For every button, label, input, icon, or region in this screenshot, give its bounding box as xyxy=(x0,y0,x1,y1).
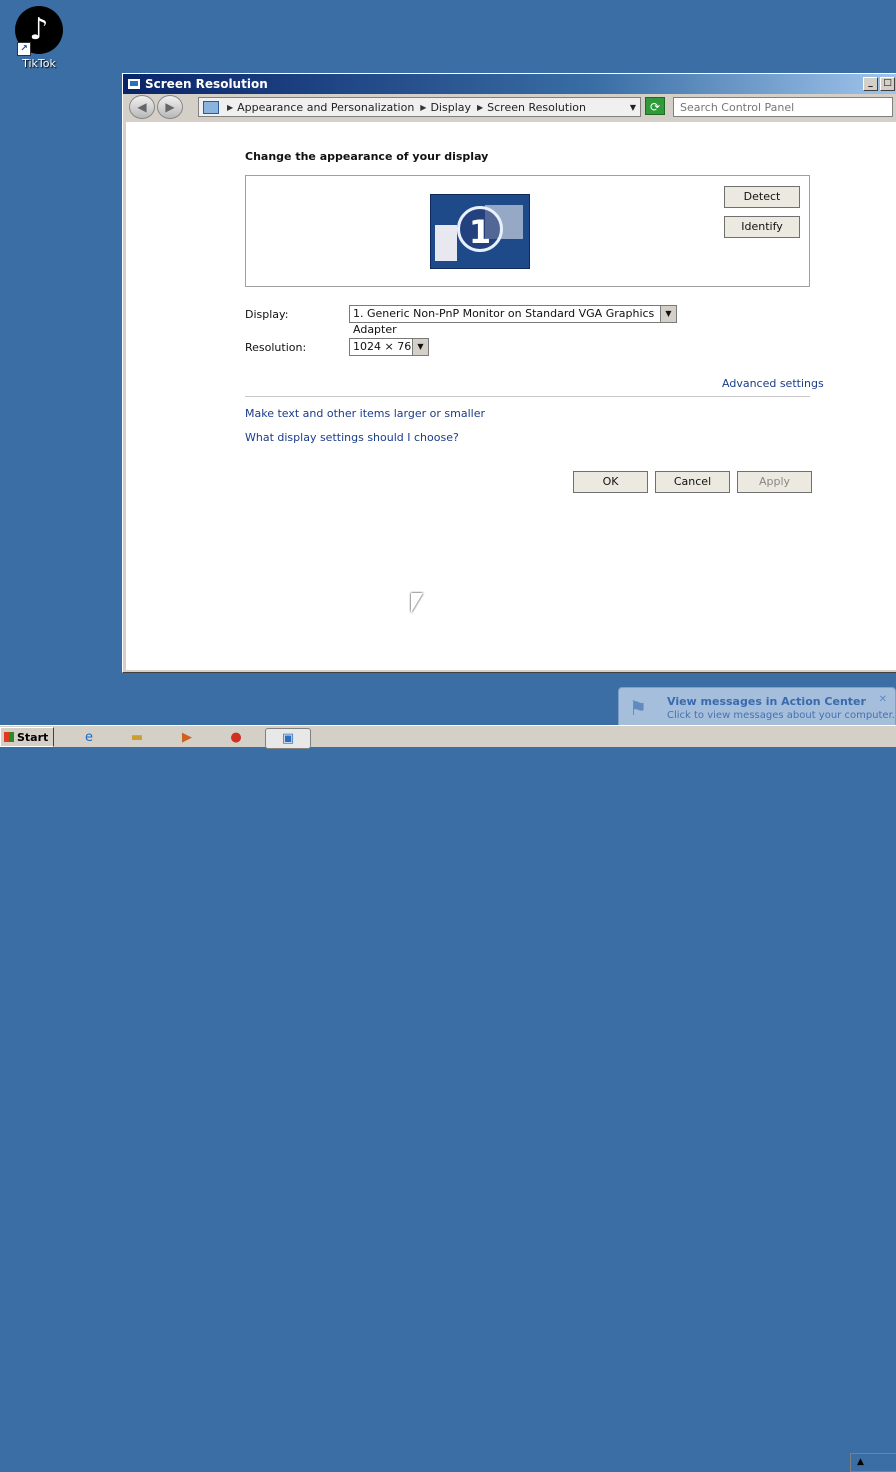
display-settings-icon xyxy=(127,78,141,90)
windows-logo-icon xyxy=(4,732,14,742)
display-help-link[interactable]: What display settings should I choose? xyxy=(245,431,459,444)
address-bar[interactable]: ▶ Appearance and Personalization ▶ Displ… xyxy=(198,97,641,117)
tiktok-logo-icon: ♪ ↗ xyxy=(15,6,63,56)
control-panel-icon xyxy=(203,100,219,114)
system-tray-expand-icon[interactable]: ▲ xyxy=(850,1453,896,1472)
content-pane: Change the appearance of your display 1 … xyxy=(126,122,896,670)
tiktok-desktop-icon[interactable]: ♪ ↗ TikTok xyxy=(12,6,66,70)
breadcrumb-chevron-icon[interactable]: ▶ xyxy=(477,103,483,112)
breadcrumb-display[interactable]: Display xyxy=(430,101,471,114)
page-heading: Change the appearance of your display xyxy=(245,150,489,163)
divider xyxy=(245,396,810,397)
start-label: Start xyxy=(17,731,49,744)
start-button[interactable]: Start xyxy=(0,727,54,747)
maximize-button[interactable]: □ xyxy=(880,77,895,91)
search-input[interactable] xyxy=(673,97,893,117)
resolution-label: Resolution: xyxy=(245,341,307,354)
title-bar[interactable]: Screen Resolution _ □ xyxy=(123,74,896,94)
shortcut-arrow-icon: ↗ xyxy=(17,42,31,56)
tiktok-glyph: ♪ xyxy=(29,12,49,47)
media-player-icon[interactable]: ▶ xyxy=(172,728,202,747)
chevron-down-icon[interactable]: ▼ xyxy=(412,339,428,355)
chevron-down-icon[interactable]: ▼ xyxy=(660,306,676,322)
resolution-select[interactable]: 1024 × 768 ▼ xyxy=(349,338,429,356)
internet-explorer-icon[interactable]: e xyxy=(74,728,104,747)
chrome-icon[interactable]: ● xyxy=(221,728,251,747)
breadcrumb-chevron-icon[interactable]: ▶ xyxy=(227,103,233,112)
back-button[interactable]: ◀ xyxy=(129,95,155,119)
mouse-cursor-icon xyxy=(411,593,423,613)
tiktok-label: TikTok xyxy=(22,57,56,70)
breadcrumb-chevron-icon[interactable]: ▶ xyxy=(420,103,426,112)
display-preview-area: 1 Detect Identify xyxy=(245,175,810,287)
breadcrumb-appearance[interactable]: Appearance and Personalization xyxy=(237,101,414,114)
ok-button[interactable]: OK xyxy=(573,471,648,493)
notification-close-icon[interactable]: ✕ xyxy=(879,694,887,705)
text-size-link[interactable]: Make text and other items larger or smal… xyxy=(245,407,485,420)
resolution-select-value: 1024 × 768 xyxy=(353,340,419,353)
display-label: Display: xyxy=(245,308,289,321)
monitor-number: 1 xyxy=(457,206,503,252)
display-select-value: 1. Generic Non-PnP Monitor on Standard V… xyxy=(353,307,655,336)
window-title: Screen Resolution xyxy=(145,77,268,91)
action-center-notification[interactable]: ⚑ View messages in Action Center Click t… xyxy=(618,687,896,730)
forward-button[interactable]: ▶ xyxy=(157,95,183,119)
screen-resolution-window: Screen Resolution _ □ ◀ ▶ ▶ Appearance a… xyxy=(122,73,896,673)
monitor-1-preview[interactable]: 1 xyxy=(430,194,530,269)
action-center-flag-icon: ⚑ xyxy=(629,696,647,720)
refresh-icon[interactable]: ⟳ xyxy=(645,97,665,115)
monitor-window-graphic xyxy=(435,225,457,261)
cancel-button[interactable]: Cancel xyxy=(655,471,730,493)
notification-text: Click to view messages about your comput… xyxy=(667,710,895,721)
breadcrumb-screen-resolution[interactable]: Screen Resolution xyxy=(487,101,586,114)
apply-button[interactable]: Apply xyxy=(737,471,812,493)
notification-title: View messages in Action Center xyxy=(667,695,866,708)
detect-button[interactable]: Detect xyxy=(724,186,800,208)
advanced-settings-link[interactable]: Advanced settings xyxy=(722,377,824,390)
address-dropdown-icon[interactable]: ▼ xyxy=(630,103,636,112)
minimize-button[interactable]: _ xyxy=(863,77,878,91)
identify-button[interactable]: Identify xyxy=(724,216,800,238)
taskbar: Start e ▬ ▶ ● ▣ ▲ xyxy=(0,725,896,1472)
file-explorer-icon[interactable]: ▬ xyxy=(122,728,152,747)
navigation-bar: ◀ ▶ ▶ Appearance and Personalization ▶ D… xyxy=(123,94,896,120)
display-select[interactable]: 1. Generic Non-PnP Monitor on Standard V… xyxy=(349,305,677,336)
